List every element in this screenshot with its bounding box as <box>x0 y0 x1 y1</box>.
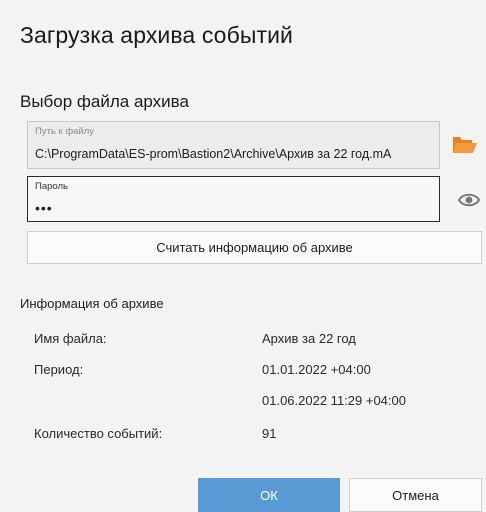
file-path-label: Путь к файлу <box>35 126 95 137</box>
password-input[interactable]: ••• <box>35 200 435 216</box>
info-value-period-end: 01.06.2022 11:29 +04:00 <box>262 393 406 408</box>
info-value-period-start: 01.01.2022 +04:00 <box>262 362 371 377</box>
info-label-event-count: Количество событий: <box>34 426 163 441</box>
file-path-field[interactable]: Путь к файлу C:\ProgramData\ES-prom\Bast… <box>27 121 440 169</box>
cancel-button[interactable]: Отмена <box>349 478 482 512</box>
archive-load-dialog: Загрузка архива событий Выбор файла архи… <box>0 0 486 512</box>
file-path-input[interactable]: C:\ProgramData\ES-prom\Bastion2\Archive\… <box>35 147 435 161</box>
ok-button[interactable]: ОК <box>198 478 340 512</box>
dialog-title: Загрузка архива событий <box>20 22 293 48</box>
info-value-filename: Архив за 22 год <box>262 331 356 346</box>
eye-icon[interactable] <box>458 192 480 208</box>
info-label-filename: Имя файла: <box>34 331 107 346</box>
folder-open-icon[interactable] <box>452 134 478 154</box>
password-field[interactable]: Пароль ••• <box>27 176 440 222</box>
section-title-file-select: Выбор файла архива <box>20 92 189 111</box>
info-label-period: Период: <box>34 362 84 377</box>
password-label: Пароль <box>35 181 68 192</box>
info-value-event-count: 91 <box>262 426 277 441</box>
read-archive-info-button[interactable]: Считать информацию об архиве <box>27 231 482 264</box>
archive-info-heading: Информация об архиве <box>20 296 164 311</box>
